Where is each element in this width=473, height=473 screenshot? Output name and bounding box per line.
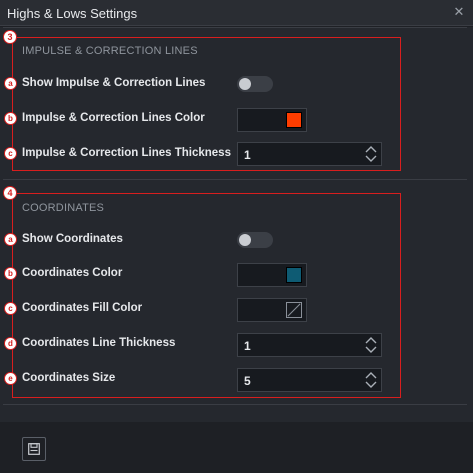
window-title: Highs & Lows Settings bbox=[7, 6, 138, 21]
row-badge: b bbox=[4, 267, 17, 280]
input-value: 1 bbox=[244, 148, 251, 162]
row-badge: b bbox=[4, 112, 17, 125]
divider bbox=[3, 404, 467, 405]
title-bar: Highs & Lows Settings ✕ bbox=[0, 0, 473, 26]
row-badge: d bbox=[4, 337, 17, 350]
color-swatch bbox=[286, 112, 302, 128]
impulse-thickness-input[interactable]: 1 bbox=[237, 142, 382, 166]
coordinates-color-picker[interactable] bbox=[237, 263, 307, 287]
toggle-knob bbox=[239, 78, 251, 90]
input-value: 5 bbox=[244, 374, 251, 388]
coordinates-color-label: Coordinates Color bbox=[22, 267, 123, 279]
coordinates-fill-color-label: Coordinates Fill Color bbox=[22, 302, 143, 314]
color-swatch bbox=[286, 267, 302, 283]
toggle-knob bbox=[239, 234, 251, 246]
input-value: 1 bbox=[244, 339, 251, 353]
settings-panel: 3 IMPULSE & CORRECTION LINES a Show Impu… bbox=[0, 27, 473, 422]
coordinates-fill-color-picker[interactable] bbox=[237, 298, 307, 322]
save-button[interactable] bbox=[22, 437, 46, 461]
show-impulse-label: Show Impulse & Correction Lines bbox=[22, 77, 206, 89]
impulse-thickness-label: Impulse & Correction Lines Thickness bbox=[22, 147, 231, 159]
section-title: COORDINATES bbox=[22, 202, 105, 214]
show-impulse-toggle[interactable] bbox=[237, 76, 273, 92]
section-badge: 3 bbox=[3, 30, 17, 44]
impulse-color-picker[interactable] bbox=[237, 108, 307, 132]
close-icon[interactable]: ✕ bbox=[451, 4, 467, 20]
divider bbox=[3, 179, 467, 180]
spinner-icon[interactable] bbox=[365, 371, 377, 389]
row-badge: c bbox=[4, 302, 17, 315]
section-badge: 4 bbox=[3, 186, 17, 200]
spinner-icon[interactable] bbox=[365, 145, 377, 163]
impulse-color-label: Impulse & Correction Lines Color bbox=[22, 112, 205, 124]
save-icon bbox=[28, 443, 40, 455]
show-coordinates-toggle[interactable] bbox=[237, 232, 273, 248]
coordinates-line-thickness-input[interactable]: 1 bbox=[237, 333, 382, 357]
show-coordinates-label: Show Coordinates bbox=[22, 233, 123, 245]
coordinates-size-label: Coordinates Size bbox=[22, 372, 116, 384]
spinner-icon[interactable] bbox=[365, 336, 377, 354]
row-badge: a bbox=[4, 233, 17, 246]
row-badge: a bbox=[4, 77, 17, 90]
transparent-swatch-icon bbox=[286, 302, 302, 318]
coordinates-line-thickness-label: Coordinates Line Thickness bbox=[22, 337, 176, 349]
row-badge: e bbox=[4, 372, 17, 385]
divider bbox=[3, 27, 467, 28]
coordinates-size-input[interactable]: 5 bbox=[237, 368, 382, 392]
row-badge: c bbox=[4, 147, 17, 160]
section-title: IMPULSE & CORRECTION LINES bbox=[22, 45, 198, 57]
